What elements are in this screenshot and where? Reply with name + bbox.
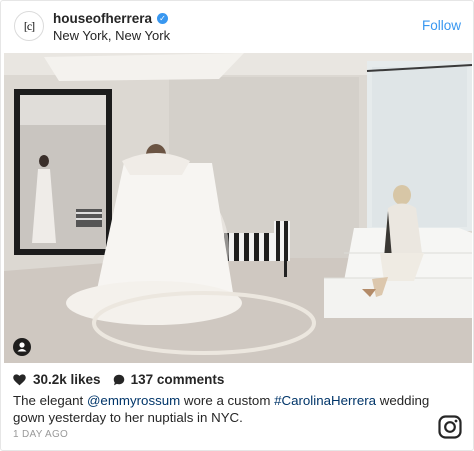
user-tag-icon[interactable]	[13, 338, 31, 356]
avatar-logo: [c]	[23, 18, 35, 33]
caption-text-mid: wore a custom	[180, 393, 275, 408]
post-timestamp[interactable]: 1 DAY AGO	[13, 429, 68, 440]
post-header: [c] houseofherrera ✓ New York, New York …	[1, 1, 473, 53]
comment-bubble-icon[interactable]	[113, 374, 125, 386]
heart-icon[interactable]	[13, 373, 26, 386]
follow-button[interactable]: Follow	[422, 18, 461, 33]
avatar[interactable]: [c]	[14, 11, 44, 41]
comments-count[interactable]: 137 comments	[131, 372, 225, 387]
mention-link[interactable]: @emmyrossum	[87, 393, 180, 408]
likes-count[interactable]: 30.2k likes	[33, 372, 101, 387]
post-caption: The elegant @emmyrossum wore a custom #C…	[13, 392, 433, 426]
verified-badge-icon: ✓	[157, 13, 169, 24]
instagram-logo-icon[interactable]	[438, 415, 462, 444]
instagram-post-card: [c] houseofherrera ✓ New York, New York …	[0, 0, 474, 451]
location[interactable]: New York, New York	[53, 28, 170, 43]
username-row: houseofherrera ✓	[53, 11, 169, 26]
post-photo[interactable]	[4, 53, 472, 363]
engagement-row: 30.2k likes 137 comments	[13, 372, 224, 387]
photo-illustration	[4, 53, 472, 363]
hashtag-link[interactable]: #CarolinaHerrera	[274, 393, 376, 408]
caption-text-pre: The elegant	[13, 393, 87, 408]
username[interactable]: houseofherrera	[53, 11, 152, 26]
